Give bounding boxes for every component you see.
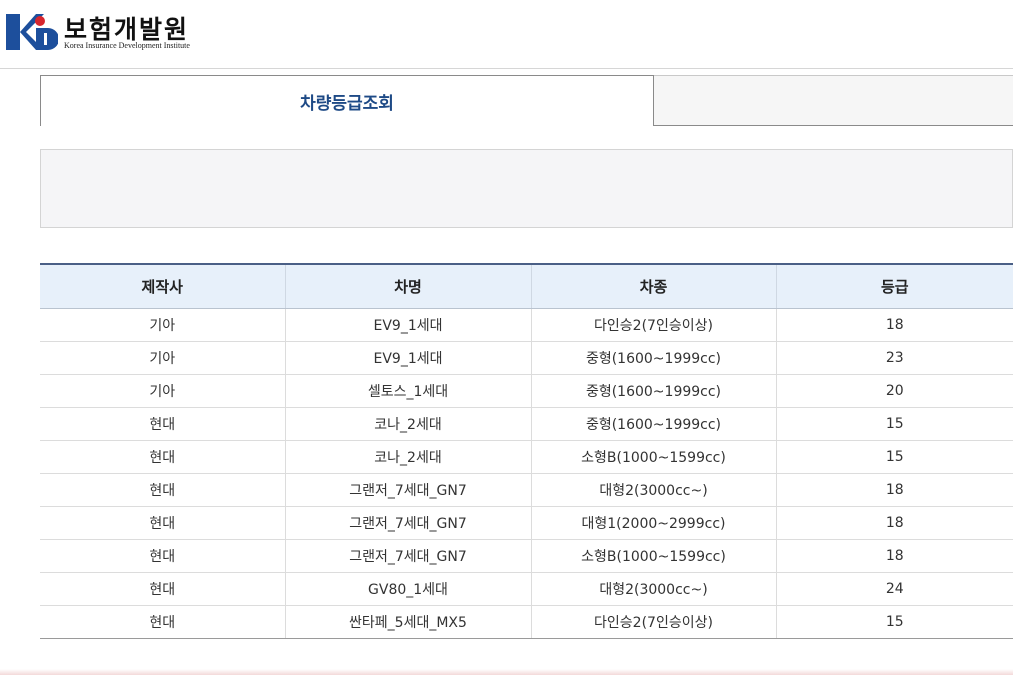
cell-car-class: 대형2(3000cc~) bbox=[531, 572, 777, 606]
cell-car-name: 그랜저_7세대_GN7 bbox=[285, 506, 532, 540]
cell-car-name: 셀토스_1세대 bbox=[285, 374, 532, 408]
cell-manufacturer: 기아 bbox=[40, 341, 286, 375]
cell-grade: 15 bbox=[776, 605, 1013, 639]
header-grade: 등급 bbox=[776, 264, 1013, 309]
cell-manufacturer: 기아 bbox=[40, 308, 286, 342]
cell-grade: 18 bbox=[776, 473, 1013, 507]
cell-car-name: 그랜저_7세대_GN7 bbox=[285, 539, 532, 573]
tab-bar: 차량등급조회 bbox=[40, 75, 1013, 127]
cell-manufacturer: 현대 bbox=[40, 407, 286, 441]
table-row: 현대 싼타페_5세대_MX5 다인승2(7인승이상) 15 bbox=[40, 605, 1013, 639]
kidi-logo-icon bbox=[6, 14, 58, 50]
cell-manufacturer: 기아 bbox=[40, 374, 286, 408]
table-header-row: 제작사 차명 차종 등급 bbox=[40, 264, 1013, 309]
table-row: 현대 코나_2세대 중형(1600~1999cc) 15 bbox=[40, 407, 1013, 441]
table-row: 현대 그랜저_7세대_GN7 대형1(2000~2999cc) 18 bbox=[40, 506, 1013, 540]
header-car-name: 차명 bbox=[285, 264, 532, 309]
cell-grade: 15 bbox=[776, 440, 1013, 474]
table-row: 현대 그랜저_7세대_GN7 소형B(1000~1599cc) 18 bbox=[40, 539, 1013, 573]
cell-car-class: 중형(1600~1999cc) bbox=[531, 407, 777, 441]
cell-grade: 24 bbox=[776, 572, 1013, 606]
cell-grade: 18 bbox=[776, 539, 1013, 573]
table-row: 현대 코나_2세대 소형B(1000~1599cc) 15 bbox=[40, 440, 1013, 474]
cell-car-name: 코나_2세대 bbox=[285, 407, 532, 441]
cell-grade: 15 bbox=[776, 407, 1013, 441]
cell-manufacturer: 현대 bbox=[40, 539, 286, 573]
cell-car-name: EV9_1세대 bbox=[285, 308, 532, 342]
cell-manufacturer: 현대 bbox=[40, 605, 286, 639]
cell-grade: 20 bbox=[776, 374, 1013, 408]
cell-grade: 18 bbox=[776, 308, 1013, 342]
header-manufacturer: 제작사 bbox=[40, 264, 286, 309]
cell-car-class: 소형B(1000~1599cc) bbox=[531, 440, 777, 474]
cell-grade: 18 bbox=[776, 506, 1013, 540]
cell-car-class: 대형2(3000cc~) bbox=[531, 473, 777, 507]
vehicle-grade-table: 제작사 차명 차종 등급 기아 EV9_1세대 다인승2(7인승이상) 18 기… bbox=[40, 263, 1013, 639]
cell-car-class: 대형1(2000~2999cc) bbox=[531, 506, 777, 540]
cell-car-name: GV80_1세대 bbox=[285, 572, 532, 606]
tab-second[interactable] bbox=[654, 75, 1013, 126]
table-row: 기아 EV9_1세대 중형(1600~1999cc) 23 bbox=[40, 341, 1013, 375]
cell-manufacturer: 현대 bbox=[40, 473, 286, 507]
cell-manufacturer: 현대 bbox=[40, 440, 286, 474]
table-row: 기아 EV9_1세대 다인승2(7인승이상) 18 bbox=[40, 308, 1013, 342]
header: 보험개발원 Korea Insurance Development Instit… bbox=[0, 0, 1013, 69]
cell-car-name: 싼타페_5세대_MX5 bbox=[285, 605, 532, 639]
table-row: 기아 셀토스_1세대 중형(1600~1999cc) 20 bbox=[40, 374, 1013, 408]
cell-grade: 23 bbox=[776, 341, 1013, 375]
cell-car-class: 중형(1600~1999cc) bbox=[531, 374, 777, 408]
cell-car-name: EV9_1세대 bbox=[285, 341, 532, 375]
cell-manufacturer: 현대 bbox=[40, 506, 286, 540]
footer-divider bbox=[0, 669, 1013, 675]
kidi-logo[interactable]: 보험개발원 Korea Insurance Development Instit… bbox=[6, 10, 216, 56]
header-car-class: 차종 bbox=[531, 264, 777, 309]
cell-car-name: 코나_2세대 bbox=[285, 440, 532, 474]
cell-car-name: 그랜저_7세대_GN7 bbox=[285, 473, 532, 507]
cell-manufacturer: 현대 bbox=[40, 572, 286, 606]
cell-car-class: 다인승2(7인승이상) bbox=[531, 308, 777, 342]
cell-car-class: 소형B(1000~1599cc) bbox=[531, 539, 777, 573]
logo-subtitle: Korea Insurance Development Institute bbox=[64, 41, 190, 50]
cell-car-class: 중형(1600~1999cc) bbox=[531, 341, 777, 375]
cell-car-class: 다인승2(7인승이상) bbox=[531, 605, 777, 639]
tab-vehicle-grade[interactable]: 차량등급조회 bbox=[40, 75, 654, 126]
table-row: 현대 그랜저_7세대_GN7 대형2(3000cc~) 18 bbox=[40, 473, 1013, 507]
search-panel bbox=[40, 149, 1013, 228]
table-row: 현대 GV80_1세대 대형2(3000cc~) 24 bbox=[40, 572, 1013, 606]
